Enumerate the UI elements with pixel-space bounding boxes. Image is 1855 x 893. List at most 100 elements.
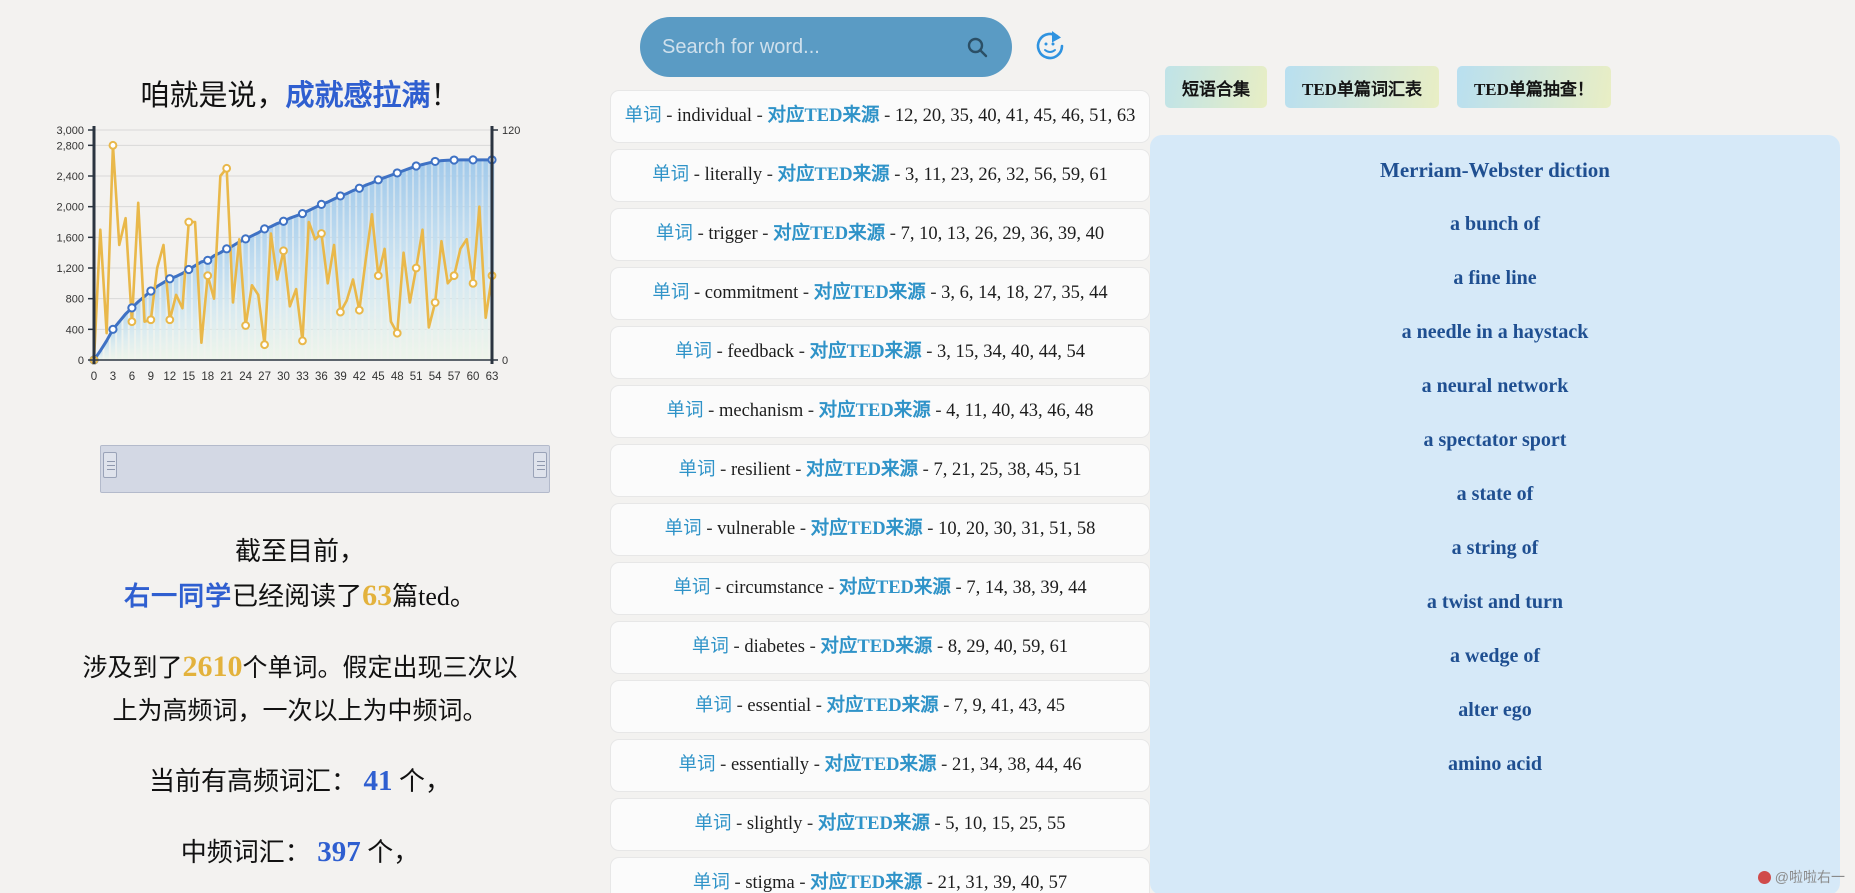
svg-text:51: 51	[410, 371, 423, 383]
chart-svg: 04008001,2001,6002,0002,4002,8003,000 120…	[56, 125, 520, 383]
mid-freq-count: 397	[317, 836, 361, 868]
range-handle-left[interactable]	[103, 452, 117, 478]
phrase-item[interactable]: a state of	[1150, 467, 1840, 521]
center-panel: Search for word... 单词 - individual - 对应T…	[610, 0, 1150, 893]
phrase-item[interactable]: amino acid	[1150, 737, 1840, 791]
svg-text:36: 36	[315, 371, 328, 383]
top-button-2[interactable]: TED单篇词汇表	[1285, 66, 1439, 108]
search-icon[interactable]	[964, 34, 990, 60]
stats-line6-a: 中频词汇：	[180, 838, 311, 867]
word-card[interactable]: 单词 - feedback - 对应TED来源 - 3, 15, 34, 40,…	[610, 326, 1150, 379]
word-card-label: 单词	[678, 755, 716, 775]
stats-line3-a: 涉及到了	[82, 655, 183, 682]
word-card-sources: 3, 15, 34, 40, 44, 54	[937, 342, 1086, 362]
word-card[interactable]: 单词 - diabetes - 对应TED来源 - 8, 29, 40, 59,…	[610, 621, 1150, 674]
right-panel: 短语合集 TED单篇词汇表 TED单篇抽查！ Merriam-Webster dic…	[1150, 0, 1855, 893]
phrase-item[interactable]: alter ego	[1150, 683, 1840, 737]
sep: -	[889, 165, 906, 185]
svg-text:0: 0	[502, 355, 508, 367]
search-bar[interactable]: Search for word...	[640, 17, 1012, 77]
word-card-source-label: 对应TED来源	[820, 637, 933, 657]
word-card-source-label: 对应TED来源	[818, 401, 931, 421]
left-panel: 咱就是说，成就感拉满！ 0 400 800 1,200 1,600 2,000 2,400 2…	[0, 0, 600, 893]
word-card-source-label: 对应TED来源	[813, 283, 926, 303]
word-card-sources: 7, 14, 38, 39, 44	[966, 578, 1087, 598]
word-card[interactable]: 单词 - circumstance - 对应TED来源 - 7, 14, 38,…	[610, 562, 1150, 615]
word-card-label: 单词	[664, 519, 702, 539]
word-card[interactable]: 单词 - stigma - 对应TED来源 - 21, 31, 39, 40, …	[610, 857, 1150, 893]
stats-line-2: 右一同学已经阅读了63篇ted。	[0, 574, 600, 619]
word-card-list: 单词 - individual - 对应TED来源 - 12, 20, 35, …	[610, 90, 1150, 893]
svg-text:33: 33	[296, 371, 309, 383]
sep: -	[731, 814, 747, 834]
chart-range-slider[interactable]	[100, 445, 550, 493]
svg-text:63: 63	[486, 371, 499, 383]
sep: -	[715, 460, 731, 480]
svg-text:54: 54	[429, 371, 442, 383]
word-card[interactable]: 单词 - commitment - 对应TED来源 - 3, 6, 14, 18…	[610, 267, 1150, 320]
range-handle-right[interactable]	[533, 452, 547, 478]
sep: -	[689, 283, 705, 303]
sep: -	[925, 283, 942, 303]
sep: -	[703, 401, 719, 421]
word-card[interactable]: 单词 - individual - 对应TED来源 - 12, 20, 35, …	[610, 90, 1150, 143]
sep: -	[929, 814, 946, 834]
sep: -	[803, 401, 819, 421]
word-card-label: 单词	[666, 401, 704, 421]
stats-line-5: 当前有高频词汇： 41 个，	[0, 759, 600, 804]
phrase-item[interactable]: a fine line	[1150, 251, 1840, 305]
word-card-word: feedback	[727, 342, 795, 362]
svg-text:39: 39	[334, 371, 347, 383]
search-input[interactable]: Search for word...	[662, 36, 964, 59]
sep: -	[729, 873, 746, 893]
phrase-item[interactable]: a bunch of	[1150, 197, 1840, 251]
word-card-label: 单词	[652, 165, 690, 185]
ted-count: 63	[362, 579, 393, 612]
sep: -	[715, 755, 731, 775]
refresh-icon[interactable]	[1030, 26, 1070, 66]
word-card-label: 单词	[674, 342, 712, 362]
phrase-item[interactable]: a wedge of	[1150, 629, 1840, 683]
sep: -	[701, 519, 718, 539]
chart-title-highlight: 成就感拉满	[285, 80, 431, 112]
svg-text:1,200: 1,200	[56, 263, 84, 275]
svg-text:12: 12	[163, 371, 176, 383]
svg-text:21: 21	[220, 371, 233, 383]
word-card-sources: 8, 29, 40, 59, 61	[947, 637, 1069, 657]
word-card-label: 单词	[692, 873, 730, 893]
word-card[interactable]: 单词 - slightly - 对应TED来源 - 5, 10, 15, 25,…	[610, 798, 1150, 851]
svg-text:2,800: 2,800	[56, 140, 84, 152]
watermark: @啦啦右一	[1757, 867, 1845, 887]
word-card-label: 单词	[652, 283, 690, 303]
progress-chart[interactable]: 0 400 800 1,200 1,600 2,000 2,400 2,800 3,000 120…	[20, 122, 580, 432]
sep: -	[879, 106, 895, 126]
word-card[interactable]: 单词 - essentially - 对应TED来源 - 21, 34, 38,…	[610, 739, 1150, 792]
word-card-word: circumstance	[725, 578, 824, 598]
stats-line2-mid: 已经阅读了	[232, 582, 363, 611]
word-card[interactable]: 单词 - trigger - 对应TED来源 - 7, 10, 13, 26, …	[610, 208, 1150, 261]
sep: -	[752, 106, 768, 126]
top-button-1[interactable]: 短语合集	[1165, 66, 1267, 108]
svg-text:0: 0	[78, 355, 84, 367]
sep: -	[711, 342, 728, 362]
sep: -	[938, 696, 955, 716]
word-card[interactable]: 单词 - essential - 对应TED来源 - 7, 9, 41, 43,…	[610, 680, 1150, 733]
top-button-3[interactable]: TED单篇抽查！	[1456, 66, 1611, 108]
word-card[interactable]: 单词 - resilient - 对应TED来源 - 7, 21, 25, 38…	[610, 444, 1150, 497]
word-card-sources: 7, 10, 13, 26, 29, 36, 39, 40	[900, 224, 1105, 244]
chart-area-fill	[94, 159, 492, 360]
phrase-item[interactable]: a string of	[1150, 521, 1840, 575]
word-card[interactable]: 单词 - mechanism - 对应TED来源 - 4, 11, 40, 43…	[610, 385, 1150, 438]
phrase-item[interactable]: a twist and turn	[1150, 575, 1840, 629]
top-button-group: 短语合集 TED单篇词汇表 TED单篇抽查！	[1165, 66, 1611, 108]
word-card[interactable]: 单词 - literally - 对应TED来源 - 3, 11, 23, 26…	[610, 149, 1150, 202]
word-card[interactable]: 单词 - vulnerable - 对应TED来源 - 10, 20, 30, …	[610, 503, 1150, 556]
word-count: 2610	[182, 650, 243, 683]
phrase-item[interactable]: a needle in a haystack	[1150, 305, 1840, 359]
svg-text:45: 45	[372, 371, 385, 383]
phrase-item[interactable]: a spectator sport	[1150, 413, 1840, 467]
phrase-item[interactable]: a neural network	[1150, 359, 1840, 413]
stats-line5-b: 个，	[399, 767, 452, 796]
word-card-word: diabetes	[744, 637, 805, 657]
